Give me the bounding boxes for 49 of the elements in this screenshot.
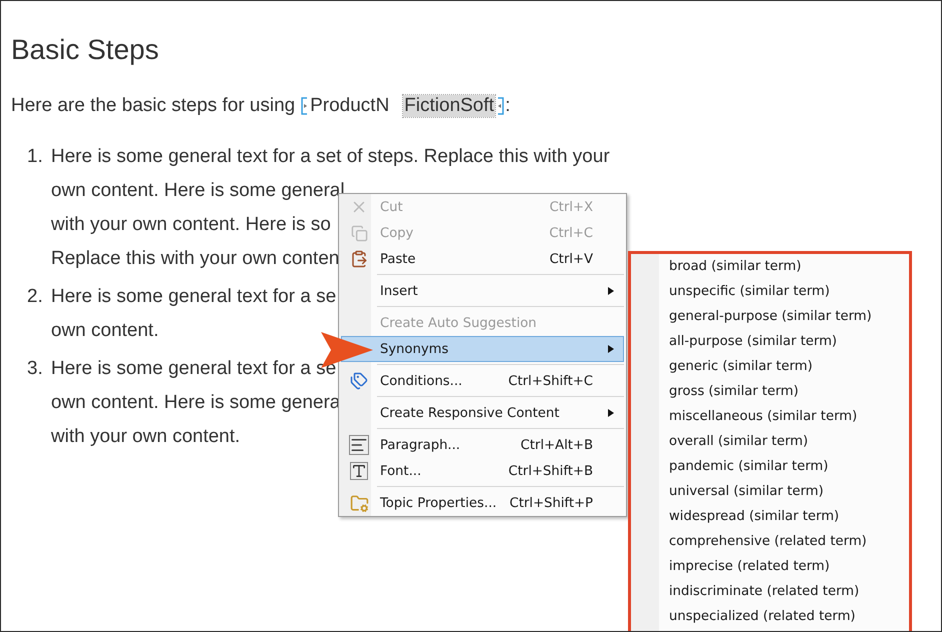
step-text: with your own content. bbox=[51, 425, 240, 449]
menu-item[interactable]: unspecialized (related term) bbox=[631, 604, 909, 629]
paragraph-icon bbox=[349, 435, 369, 455]
menu-item[interactable]: Conditions... Ctrl+Shift+C bbox=[341, 368, 624, 394]
step-text: own content. Here is some genera bbox=[51, 391, 340, 415]
menu-item[interactable]: generic (similar term) bbox=[631, 354, 909, 379]
menu-item[interactable]: general-purpose (similar term) bbox=[631, 304, 909, 329]
menu-item[interactable]: miscellaneous (similar term) bbox=[631, 404, 909, 429]
menu-item[interactable]: overall (similar term) bbox=[631, 429, 909, 454]
variable-name: ProductN bbox=[310, 95, 390, 117]
copy-icon bbox=[350, 224, 368, 242]
submenu-arrow-icon bbox=[608, 345, 614, 353]
menu-item[interactable]: broad (similar term) bbox=[631, 254, 909, 279]
menu-item[interactable]: Create Responsive Content bbox=[341, 400, 624, 426]
menu-item[interactable]: Paste Ctrl+V bbox=[341, 246, 624, 272]
menu-item[interactable]: pandemic (similar term) bbox=[631, 454, 909, 479]
step-text: Replace this with your own conten bbox=[51, 247, 340, 271]
menu-item[interactable]: Insert bbox=[341, 278, 624, 304]
menu-item[interactable]: Topic Properties... Ctrl+Shift+P bbox=[341, 490, 624, 516]
step-text: Here is some general text for a set of steps. Replace this with your bbox=[51, 145, 610, 169]
menu-item[interactable]: imprecise (related term) bbox=[631, 554, 909, 579]
variable-start-icon bbox=[301, 97, 308, 115]
page-heading: Basic Steps bbox=[11, 33, 160, 67]
menu-item[interactable]: Font... Ctrl+Shift+B bbox=[341, 458, 624, 484]
font-icon bbox=[350, 462, 368, 480]
menu-item[interactable]: comprehensive (related term) bbox=[631, 529, 909, 554]
step-number: 3. bbox=[27, 357, 44, 381]
step-text: with your own content. Here is so bbox=[51, 213, 331, 237]
intro-suffix: : bbox=[505, 95, 510, 117]
variable-end-icon bbox=[497, 97, 504, 115]
submenu-arrow-icon bbox=[608, 287, 614, 295]
menu-item[interactable]: Synonyms bbox=[341, 336, 624, 362]
step-text: own content. bbox=[51, 319, 159, 343]
menu-item[interactable]: gross (similar term) bbox=[631, 379, 909, 404]
clipboard-icon bbox=[350, 250, 368, 268]
menu-item[interactable]: Paragraph... Ctrl+Alt+B bbox=[341, 432, 624, 458]
step-number: 1. bbox=[27, 145, 44, 169]
step-text: Here is some general text for a se bbox=[51, 285, 336, 309]
menu-item[interactable]: all-purpose (similar term) bbox=[631, 329, 909, 354]
menu-item[interactable]: universal (similar term) bbox=[631, 479, 909, 504]
menu-item[interactable]: widespread (similar term) bbox=[631, 504, 909, 529]
folder-gear-icon bbox=[350, 494, 368, 512]
variable-value[interactable]: FictionSoft bbox=[403, 95, 496, 117]
menu-item[interactable]: indiscriminate (related term) bbox=[631, 579, 909, 604]
tags-icon bbox=[350, 372, 368, 390]
step-number: 2. bbox=[27, 285, 44, 309]
submenu-arrow-icon bbox=[608, 409, 614, 417]
intro-text: Here are the basic steps for using bbox=[11, 95, 296, 117]
menu-item[interactable]: unspecific (similar term) bbox=[631, 279, 909, 304]
